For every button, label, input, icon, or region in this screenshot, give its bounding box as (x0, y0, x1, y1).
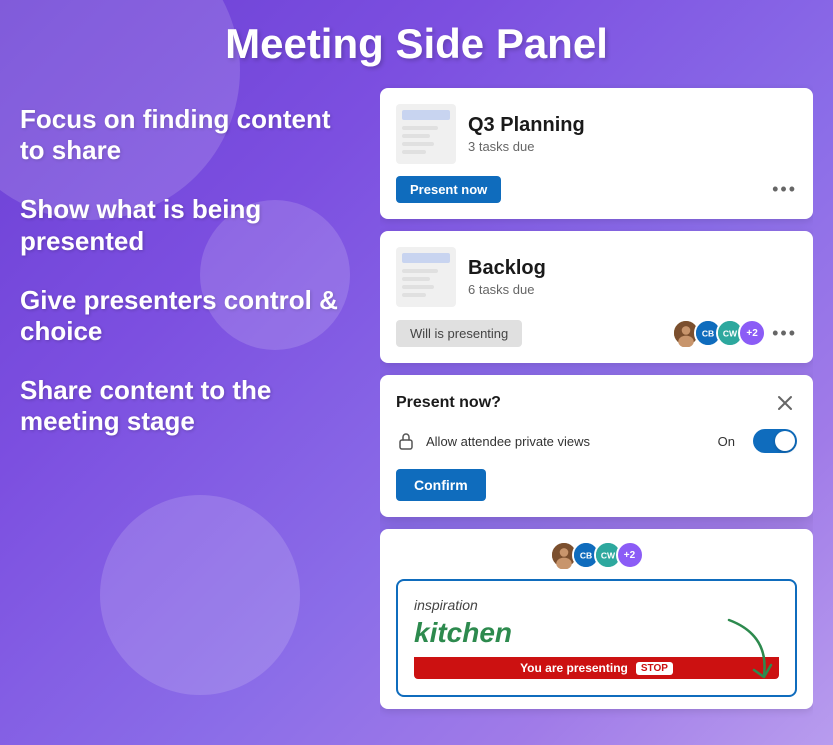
toggle-thumb (775, 431, 795, 451)
backlog-thumbnail (396, 247, 456, 307)
thumb-header (402, 110, 450, 120)
thumb-line-7 (402, 285, 434, 289)
handwriting-inspiration: inspiration (414, 597, 779, 613)
thumb-line-6 (402, 277, 430, 281)
dialog-option: Allow attendee private views On (396, 429, 797, 453)
toggle-switch[interactable] (753, 429, 797, 453)
q3-footer: Present now ••• (396, 176, 797, 203)
avatar-group: CB CW +2 (672, 319, 766, 347)
lock-icon (396, 431, 416, 451)
backlog-title: Backlog (468, 257, 797, 280)
thumb-line-2 (402, 134, 430, 138)
q3-title: Q3 Planning (468, 114, 797, 137)
dialog-header: Present now? (396, 391, 797, 415)
svg-text:CB: CB (579, 550, 591, 560)
backlog-info: Backlog 6 tasks due (468, 257, 797, 297)
svg-text:CW: CW (723, 328, 738, 338)
thumb-line-8 (402, 293, 426, 297)
avatar-count: +2 (738, 319, 766, 347)
arrow-icon (719, 615, 779, 685)
q3-header: Q3 Planning 3 tasks due (396, 104, 797, 164)
option-label: Allow attendee private views (426, 434, 708, 449)
backlog-right: CB CW +2 ••• (672, 319, 797, 347)
bg-decoration-3 (200, 200, 350, 350)
backlog-more-button[interactable]: ••• (772, 323, 797, 344)
share-content: inspiration kitchen You are presenting S… (396, 579, 797, 697)
thumb-header-2 (402, 253, 450, 263)
dialog-close-button[interactable] (773, 391, 797, 415)
presenting-text: You are presenting (520, 661, 628, 675)
svg-text:CW: CW (600, 550, 615, 560)
dialog-title: Present now? (396, 394, 501, 412)
thumb-line-5 (402, 269, 438, 273)
bg-decoration-2 (100, 495, 300, 695)
backlog-card: Backlog 6 tasks due Will is presenting (380, 231, 813, 363)
backlog-header: Backlog 6 tasks due (396, 247, 797, 307)
option-value: On (718, 434, 735, 449)
close-icon (777, 395, 793, 411)
thumb-line-3 (402, 142, 434, 146)
q3-thumbnail (396, 104, 456, 164)
share-avatars: CB CW +2 (396, 541, 797, 569)
will-presenting-button[interactable]: Will is presenting (396, 320, 522, 347)
q3-info: Q3 Planning 3 tasks due (468, 114, 797, 154)
backlog-footer: Will is presenting (396, 319, 797, 347)
present-now-dialog: Present now? Allow attendee private view… (380, 375, 813, 517)
q3-more-button[interactable]: ••• (772, 179, 797, 200)
share-avatar-count: +2 (616, 541, 644, 569)
present-now-button[interactable]: Present now (396, 176, 501, 203)
confirm-button[interactable]: Confirm (396, 469, 486, 501)
thumb-line-1 (402, 126, 438, 130)
thumb-line-4 (402, 150, 426, 154)
svg-text:CB: CB (702, 328, 714, 338)
q3-subtitle: 3 tasks due (468, 139, 797, 154)
backlog-subtitle: 6 tasks due (468, 282, 797, 297)
feature-4: Share content to the meeting stage (20, 375, 360, 437)
share-card: CB CW +2 inspiration kitchen (380, 529, 813, 709)
q3-planning-card: Q3 Planning 3 tasks due Present now ••• (380, 88, 813, 219)
stop-badge[interactable]: STOP (636, 662, 673, 675)
right-panel: Q3 Planning 3 tasks due Present now ••• (380, 84, 813, 739)
